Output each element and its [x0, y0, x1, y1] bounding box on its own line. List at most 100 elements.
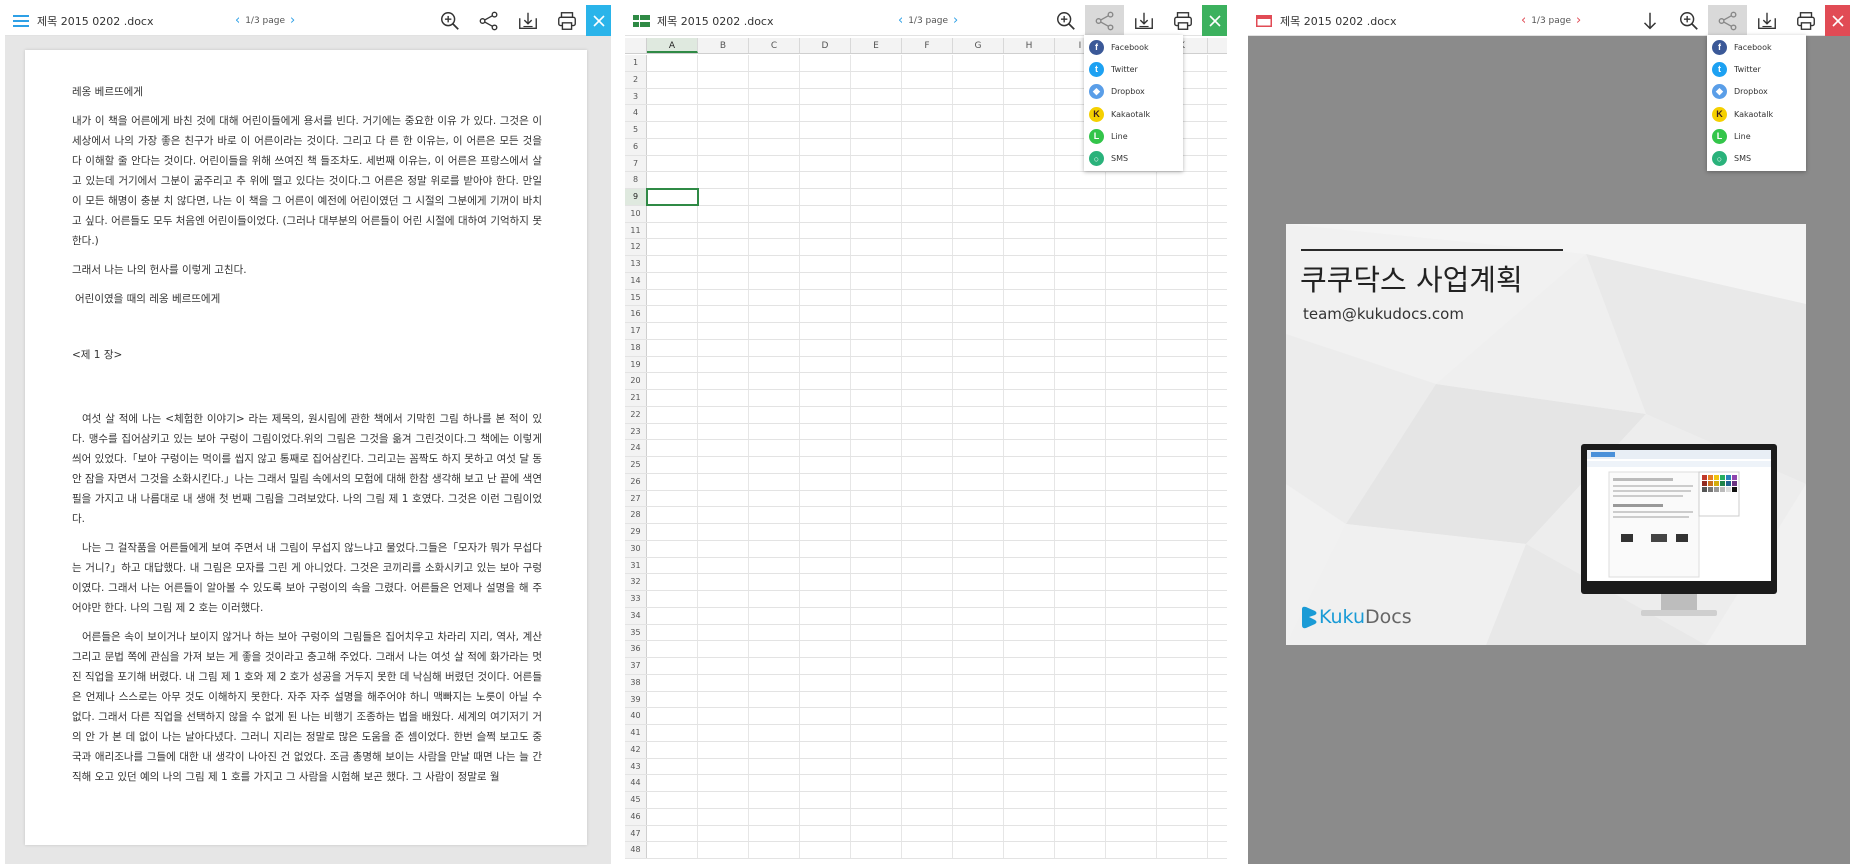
- sheet-cell[interactable]: [1157, 524, 1208, 540]
- sheet-cell[interactable]: [698, 674, 749, 691]
- sheet-cell[interactable]: [800, 825, 851, 842]
- sheet-cell[interactable]: [1157, 457, 1208, 473]
- row-header[interactable]: 14: [625, 272, 647, 289]
- sheet-cell[interactable]: [647, 674, 698, 691]
- sheet-cell[interactable]: [953, 741, 1004, 758]
- sheet-cell[interactable]: [800, 574, 851, 590]
- sheet-cell[interactable]: [1106, 574, 1157, 590]
- sheet-cell[interactable]: [1004, 356, 1055, 373]
- sheet-cell[interactable]: [1157, 507, 1208, 523]
- sheet-cell[interactable]: [647, 122, 698, 138]
- sheet-cell[interactable]: [698, 658, 749, 674]
- row-header[interactable]: 27: [625, 490, 647, 507]
- sheet-cell[interactable]: [698, 507, 749, 523]
- sheet-cell[interactable]: [1106, 658, 1157, 674]
- sheet-cell[interactable]: [749, 272, 800, 289]
- sheet-cell[interactable]: [698, 323, 749, 339]
- sheet-cell[interactable]: [698, 524, 749, 540]
- sheet-cell[interactable]: [800, 356, 851, 373]
- sheet-cell[interactable]: [902, 55, 953, 71]
- sheet-cell[interactable]: [902, 71, 953, 88]
- sheet-cell[interactable]: [749, 507, 800, 523]
- sheet-cell[interactable]: [1106, 624, 1157, 641]
- share-item-dropbox[interactable]: ◆ Dropbox: [1084, 81, 1183, 103]
- sheet-cell[interactable]: [647, 758, 698, 775]
- sheet-cell[interactable]: [647, 222, 698, 239]
- sheet-cell[interactable]: [851, 323, 902, 339]
- sheet-cell[interactable]: [1106, 473, 1157, 490]
- row-header[interactable]: 6: [625, 138, 647, 155]
- sheet-cell[interactable]: [902, 540, 953, 557]
- sheet-cell[interactable]: [1004, 55, 1055, 71]
- sheet-cell[interactable]: [1055, 624, 1106, 641]
- sheet-cell[interactable]: [851, 272, 902, 289]
- sheet-cell[interactable]: [902, 574, 953, 590]
- sheet-cell[interactable]: [647, 540, 698, 557]
- sheet-cell[interactable]: [953, 373, 1004, 389]
- sheet-cell[interactable]: [698, 708, 749, 724]
- sheet-cell[interactable]: [1055, 189, 1106, 205]
- sheet-cell[interactable]: [1157, 825, 1208, 842]
- sheet-cell[interactable]: [1106, 775, 1157, 791]
- sheet-cell[interactable]: [647, 607, 698, 624]
- sheet-cell[interactable]: [953, 406, 1004, 423]
- sheet-cell[interactable]: [902, 272, 953, 289]
- sheet-cell[interactable]: [1004, 189, 1055, 205]
- sheet-cell[interactable]: [749, 725, 800, 741]
- sheet-cell[interactable]: [698, 842, 749, 858]
- sheet-cell[interactable]: [1055, 842, 1106, 858]
- sheet-cell[interactable]: [1157, 708, 1208, 724]
- close-button[interactable]: [1202, 5, 1227, 36]
- sheet-cell[interactable]: [1157, 792, 1208, 808]
- sheet-cell[interactable]: [1106, 507, 1157, 523]
- sheet-cell[interactable]: [800, 775, 851, 791]
- sheet-cell[interactable]: [1106, 540, 1157, 557]
- sheet-cell[interactable]: [1004, 423, 1055, 440]
- sheet-cell[interactable]: [953, 440, 1004, 456]
- sheet-cell[interactable]: [1157, 440, 1208, 456]
- sheet-cell[interactable]: [1106, 557, 1157, 574]
- sheet-cell[interactable]: [902, 356, 953, 373]
- sheet-cell[interactable]: [749, 574, 800, 590]
- sheet-cell[interactable]: [647, 473, 698, 490]
- sheet-cell[interactable]: [1004, 440, 1055, 456]
- sheet-cell[interactable]: [1055, 591, 1106, 607]
- sheet-cell[interactable]: [902, 708, 953, 724]
- row-header[interactable]: 8: [625, 172, 647, 188]
- sheet-cell[interactable]: [851, 825, 902, 842]
- sheet-cell[interactable]: [1106, 256, 1157, 272]
- sheet-cell[interactable]: [851, 591, 902, 607]
- sheet-cell[interactable]: [1157, 624, 1208, 641]
- sheet-cell[interactable]: [698, 373, 749, 389]
- sheet-cell[interactable]: [1055, 306, 1106, 322]
- sheet-cell[interactable]: [1157, 339, 1208, 356]
- sheet-cell[interactable]: [800, 708, 851, 724]
- row-header[interactable]: 33: [625, 591, 647, 607]
- download-button[interactable]: [508, 5, 547, 36]
- sheet-cell[interactable]: [851, 222, 902, 239]
- sheet-cell[interactable]: [647, 557, 698, 574]
- sheet-cell[interactable]: [902, 658, 953, 674]
- sheet-cell[interactable]: [800, 272, 851, 289]
- sheet-cell[interactable]: [647, 323, 698, 339]
- sheet-cell[interactable]: [1055, 205, 1106, 222]
- sheet-cell[interactable]: [953, 306, 1004, 322]
- sheet-cell[interactable]: [647, 574, 698, 590]
- sheet-cell[interactable]: [902, 189, 953, 205]
- sheet-cell[interactable]: [953, 390, 1004, 406]
- sheet-cell[interactable]: [902, 507, 953, 523]
- sheet-cell[interactable]: [749, 808, 800, 825]
- sheet-cell[interactable]: [851, 507, 902, 523]
- sheet-cell[interactable]: [800, 189, 851, 205]
- sheet-cell[interactable]: [749, 524, 800, 540]
- sheet-cell[interactable]: [902, 808, 953, 825]
- sheet-cell[interactable]: [1157, 741, 1208, 758]
- row-header[interactable]: 3: [625, 88, 647, 105]
- sheet-cell[interactable]: [953, 55, 1004, 71]
- sheet-cell[interactable]: [1157, 641, 1208, 657]
- sheet-cell[interactable]: [800, 457, 851, 473]
- row-header[interactable]: 13: [625, 256, 647, 272]
- row-header[interactable]: 25: [625, 457, 647, 473]
- sheet-cell[interactable]: [698, 172, 749, 188]
- sheet-cell[interactable]: [800, 138, 851, 155]
